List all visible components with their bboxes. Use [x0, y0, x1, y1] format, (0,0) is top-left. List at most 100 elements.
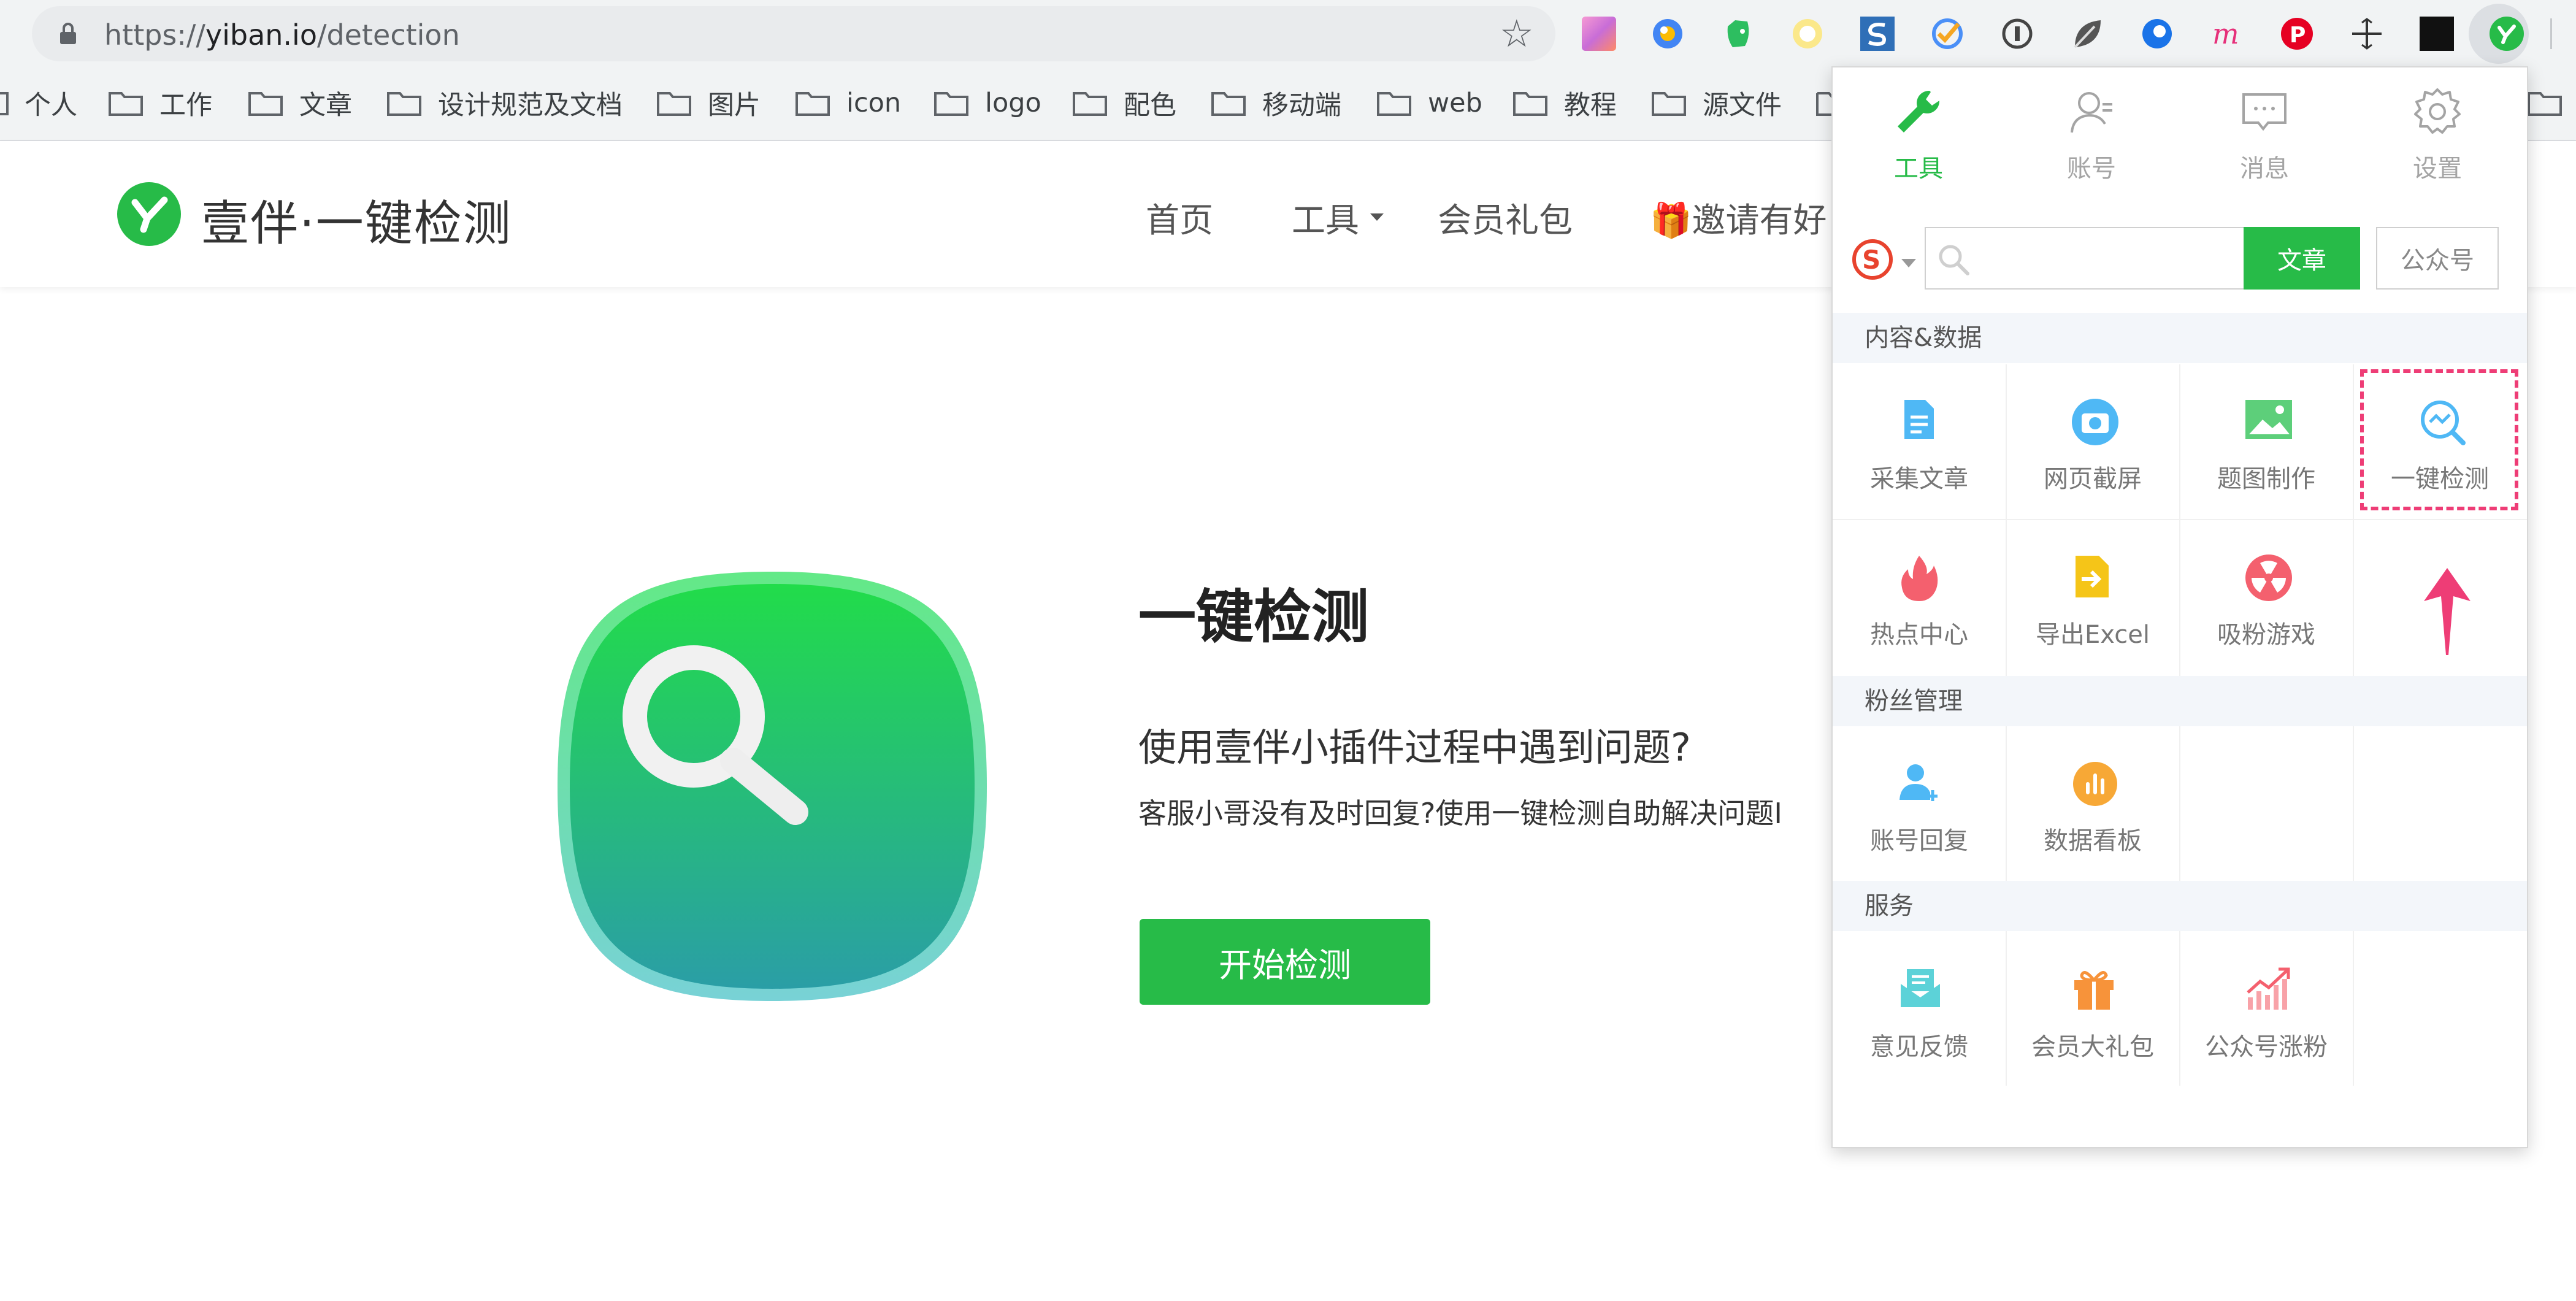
tool-screenshot[interactable]: 网页截屏: [2006, 364, 2179, 519]
bookmark-images[interactable]: 图片: [656, 85, 761, 121]
tool-collect-article[interactable]: 采集文章: [1833, 364, 2006, 519]
popup-search-row: S 文章 公众号: [1833, 222, 2527, 302]
svg-text:S: S: [1862, 245, 1880, 275]
grid-divider: [2353, 726, 2354, 881]
s-logo-extension-icon[interactable]: [1855, 11, 1900, 56]
nav-tools[interactable]: 工具: [1292, 193, 1359, 242]
grid-divider: [2006, 931, 2007, 1086]
grid-divider: [2353, 931, 2354, 1086]
message-icon: [2242, 93, 2287, 131]
address-bar[interactable]: https://yiban.io/detection ☆: [32, 6, 1555, 61]
tab-account[interactable]: 账号: [2006, 86, 2177, 184]
globe-extension-icon[interactable]: [1645, 11, 1690, 56]
grid-divider: [1833, 519, 2527, 520]
bookmark-label: 图片: [708, 90, 761, 121]
pinterest-icon[interactable]: P: [2274, 11, 2320, 56]
tool-label: 导出Excel: [2036, 621, 2150, 649]
tool-trending-center[interactable]: 热点中心: [1833, 520, 2006, 675]
flame-icon: [1901, 556, 1938, 601]
caret-down-icon[interactable]: [1370, 213, 1384, 221]
section-content-data: 内容&数据: [1833, 313, 2527, 363]
bookmark-tutorial[interactable]: 教程: [1512, 85, 1617, 121]
extension-popup: 工具 账号 消息 设置 S 文章 公众号 内容&数据 采集文章 网页截屏 题图制…: [1831, 66, 2528, 1148]
site-name[interactable]: 壹伴·一键检测: [201, 185, 512, 254]
bookmark-mobile[interactable]: 移动端: [1211, 85, 1341, 121]
check-extension-icon[interactable]: [1925, 11, 1970, 56]
export-file-icon: [2076, 556, 2109, 597]
nav-invite[interactable]: 🎁邀请有好: [1650, 193, 1827, 242]
tool-data-dashboard[interactable]: 数据看板: [2006, 726, 2179, 881]
crosshair-extension-icon[interactable]: [2344, 11, 2390, 56]
yiban-extension-icon[interactable]: [2484, 11, 2529, 56]
url-text[interactable]: https://yiban.io/detection: [104, 18, 460, 52]
search-account-button[interactable]: 公众号: [2376, 227, 2499, 290]
bookmark-icon[interactable]: icon: [795, 85, 901, 121]
bookmark-label: 配色: [1124, 90, 1176, 121]
m-extension-icon[interactable]: m: [2204, 11, 2250, 56]
tool-account-growth[interactable]: 公众号涨粉: [2180, 932, 2353, 1087]
detection-magnifier-icon: [558, 572, 987, 1001]
folder-icon: [657, 92, 691, 116]
hero-title: 一键检测: [1138, 584, 1370, 651]
tab-messages[interactable]: 消息: [2179, 86, 2350, 184]
up-arrow-icon: [2424, 568, 2471, 655]
leaf-extension-icon[interactable]: [2064, 11, 2110, 56]
popup-search-input[interactable]: [1925, 227, 2245, 290]
folder-icon: [1377, 92, 1411, 116]
tool-feedback[interactable]: 意见反馈: [1833, 932, 2006, 1087]
tool-label: 公众号涨粉: [2205, 1033, 2328, 1061]
tool-label: 采集文章: [1870, 465, 1968, 493]
nav-home[interactable]: 首页: [1146, 193, 1213, 242]
tab-label: 设置: [2413, 155, 2462, 183]
bookmark-source[interactable]: 源文件: [1651, 85, 1782, 121]
paint-palette-extension-icon[interactable]: [1576, 11, 1622, 56]
folder-icon: [1211, 92, 1246, 116]
nav-vip-package[interactable]: 会员礼包: [1438, 193, 1573, 242]
tool-label: 吸粉游戏: [2217, 621, 2315, 649]
start-detection-button[interactable]: 开始检测: [1140, 919, 1430, 1005]
bookmark-article[interactable]: 文章: [248, 85, 352, 121]
tab-settings[interactable]: 设置: [2352, 86, 2523, 184]
tool-label: 会员大礼包: [2031, 1033, 2154, 1061]
bookmark-colors[interactable]: 配色: [1072, 85, 1176, 121]
grid-divider: [2353, 364, 2354, 676]
bookmark-label: 移动端: [1262, 90, 1341, 121]
bookmark-design-spec[interactable]: 设计规范及文档: [386, 85, 623, 121]
tool-export-excel[interactable]: 导出Excel: [2006, 520, 2179, 675]
grid-divider: [2179, 364, 2180, 676]
tool-cover-image[interactable]: 题图制作: [2180, 364, 2353, 519]
bookmark-web[interactable]: web: [1376, 85, 1482, 121]
folder-icon: [795, 92, 830, 116]
folder-icon: [248, 92, 283, 116]
user-add-icon: [1899, 764, 1938, 801]
caret-down-icon[interactable]: [1901, 259, 1916, 267]
toolbar-divider: [2550, 18, 2552, 49]
tool-fan-game[interactable]: 吸粉游戏: [2180, 520, 2353, 675]
grid-divider: [2006, 364, 2007, 676]
bookmark-personal[interactable]: 个人: [0, 85, 77, 121]
bookmark-logo[interactable]: logo: [933, 85, 1041, 121]
tool-label: 题图制作: [2217, 465, 2315, 493]
sogou-icon[interactable]: S: [1851, 238, 1894, 281]
gift-icon: [2074, 971, 2114, 1010]
search-article-button[interactable]: 文章: [2244, 227, 2360, 290]
chart-icon: [2073, 762, 2117, 806]
bookmark-star-icon[interactable]: ☆: [1500, 15, 1534, 53]
tool-account-reply[interactable]: 账号回复: [1833, 726, 2006, 881]
section-fans: 粉丝管理: [1833, 676, 2527, 726]
black-square-extension-icon[interactable]: [2414, 11, 2459, 56]
evernote-icon[interactable]: [1715, 11, 1760, 56]
circle-extension-icon[interactable]: [1785, 11, 1830, 56]
grid-divider: [2006, 726, 2007, 881]
svg-text:m: m: [2212, 17, 2239, 50]
section-service: 服务: [1833, 881, 2527, 931]
info-extension-icon[interactable]: [1995, 11, 2040, 56]
yiban-logo-icon[interactable]: [117, 182, 182, 247]
tab-tools[interactable]: 工具: [1833, 86, 2004, 184]
tab-label: 消息: [2240, 155, 2289, 183]
search-icon: [1939, 245, 1969, 275]
bookmark-partial-right[interactable]: [2527, 85, 2576, 121]
tool-vip-gift[interactable]: 会员大礼包: [2006, 932, 2179, 1087]
blue-circle-extension-icon[interactable]: [2134, 11, 2180, 56]
bookmark-work[interactable]: 工作: [108, 85, 212, 121]
